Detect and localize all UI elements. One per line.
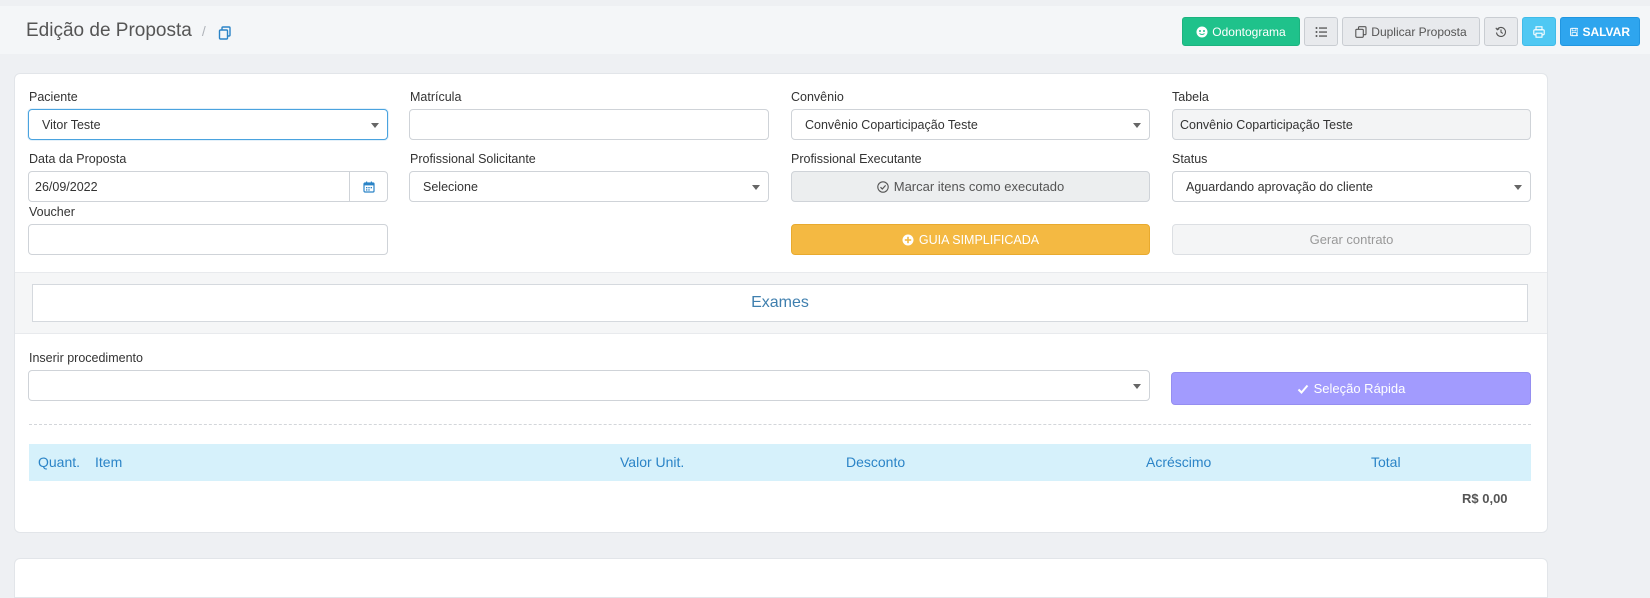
breadcrumb-separator: / — [201, 23, 206, 39]
voucher-label: Voucher — [29, 205, 75, 219]
page-title-text: Edição de Proposta — [26, 20, 192, 41]
guia-simplificada-button[interactable]: GUIA SIMPLIFICADA — [791, 224, 1150, 255]
chevron-down-icon — [1514, 185, 1522, 190]
inserir-procedimento-select[interactable] — [28, 370, 1150, 401]
salvar-button[interactable]: SALVAR — [1560, 17, 1640, 46]
data-proposta-value: 26/09/2022 — [35, 179, 98, 194]
convenio-label: Convênio — [791, 90, 844, 104]
list-button[interactable] — [1304, 17, 1338, 46]
chevron-down-icon — [371, 123, 379, 128]
items-table-header: Quant. Item Valor Unit. Desconto Acrésci… — [29, 444, 1531, 481]
column-header-desconto: Desconto — [846, 454, 906, 470]
voucher-input[interactable] — [28, 224, 388, 255]
profissional-solicitante-select[interactable]: Selecione — [409, 171, 769, 202]
column-header-item: Item — [95, 454, 123, 470]
copy-icon[interactable] — [218, 24, 232, 40]
chevron-down-icon — [752, 185, 760, 190]
column-header-quant: Quant. — [38, 454, 81, 470]
header-actions: Odontograma Duplicar Proposta SALVAR — [1182, 17, 1640, 46]
status-select[interactable]: Aguardando aprovação do cliente — [1172, 171, 1531, 202]
duplicar-proposta-button[interactable]: Duplicar Proposta — [1342, 17, 1480, 46]
history-button[interactable] — [1484, 17, 1518, 46]
matricula-input[interactable] — [409, 109, 769, 140]
calendar-icon[interactable] — [349, 172, 387, 201]
top-bar: Edição de Proposta / Odontograma Duplica… — [0, 6, 1650, 54]
profissional-solicitante-value: Selecione — [423, 179, 478, 194]
print-button[interactable] — [1522, 17, 1556, 46]
tabela-value: Convênio Coparticipação Teste — [1180, 117, 1353, 132]
list-icon — [1315, 26, 1327, 37]
salvar-label: SALVAR — [1582, 24, 1630, 39]
column-header-valor-unit: Valor Unit. — [620, 454, 685, 470]
marcar-executado-label: Marcar itens como executado — [893, 179, 1065, 194]
duplicate-icon — [1355, 25, 1367, 38]
column-header-total: Total — [1371, 454, 1401, 470]
guia-simplificada-label: GUIA SIMPLIFICADA — [918, 232, 1040, 247]
exames-tab[interactable]: Exames — [32, 284, 1528, 322]
marcar-executado-button[interactable]: Marcar itens como executado — [791, 171, 1150, 202]
save-icon — [1570, 27, 1579, 36]
gerar-contrato-label: Gerar contrato — [1309, 232, 1394, 247]
profissional-solicitante-label: Profissional Solicitante — [410, 152, 536, 166]
profissional-executante-label: Profissional Executante — [791, 152, 922, 166]
column-header-acrescimo: Acréscimo — [1146, 454, 1212, 470]
plus-circle-icon — [902, 234, 914, 245]
data-proposta-input[interactable]: 26/09/2022 — [28, 171, 388, 202]
proposal-form-card: Paciente Vitor Teste Matrícula Convênio … — [14, 73, 1548, 533]
print-icon — [1533, 25, 1545, 38]
check-circle-icon — [876, 180, 889, 193]
gerar-contrato-button[interactable]: Gerar contrato — [1172, 224, 1531, 255]
convenio-value: Convênio Coparticipação Teste — [805, 117, 978, 132]
status-label: Status — [1172, 152, 1208, 166]
convenio-select[interactable]: Convênio Coparticipação Teste — [791, 109, 1150, 140]
check-icon — [1297, 384, 1308, 394]
page-title: Edição de Proposta / — [26, 20, 232, 42]
paciente-label: Paciente — [29, 90, 78, 104]
tabela-field: Convênio Coparticipação Teste — [1172, 109, 1531, 140]
paciente-select[interactable]: Vitor Teste — [28, 109, 388, 140]
duplicar-label: Duplicar Proposta — [1371, 24, 1467, 39]
divider — [29, 424, 1531, 425]
next-section-card — [14, 558, 1548, 598]
status-value: Aguardando aprovação do cliente — [1186, 179, 1373, 194]
data-proposta-label: Data da Proposta — [29, 152, 127, 166]
matricula-label: Matrícula — [410, 90, 462, 104]
odontograma-button[interactable]: Odontograma — [1182, 17, 1300, 46]
exames-title: Exames — [751, 294, 809, 311]
odontograma-label: Odontograma — [1212, 24, 1286, 39]
tooth-icon — [1196, 26, 1208, 37]
table-total-value: R$ 0,00 — [1462, 491, 1508, 506]
chevron-down-icon — [1133, 384, 1141, 389]
paciente-value: Vitor Teste — [42, 117, 101, 132]
selecao-rapida-button[interactable]: Seleção Rápida — [1171, 372, 1531, 405]
exames-section: Exames — [15, 272, 1547, 334]
selecao-rapida-label: Seleção Rápida — [1313, 381, 1406, 396]
tabela-label: Tabela — [1172, 90, 1209, 104]
history-icon — [1495, 26, 1507, 37]
inserir-procedimento-label: Inserir procedimento — [29, 351, 143, 365]
chevron-down-icon — [1133, 123, 1141, 128]
